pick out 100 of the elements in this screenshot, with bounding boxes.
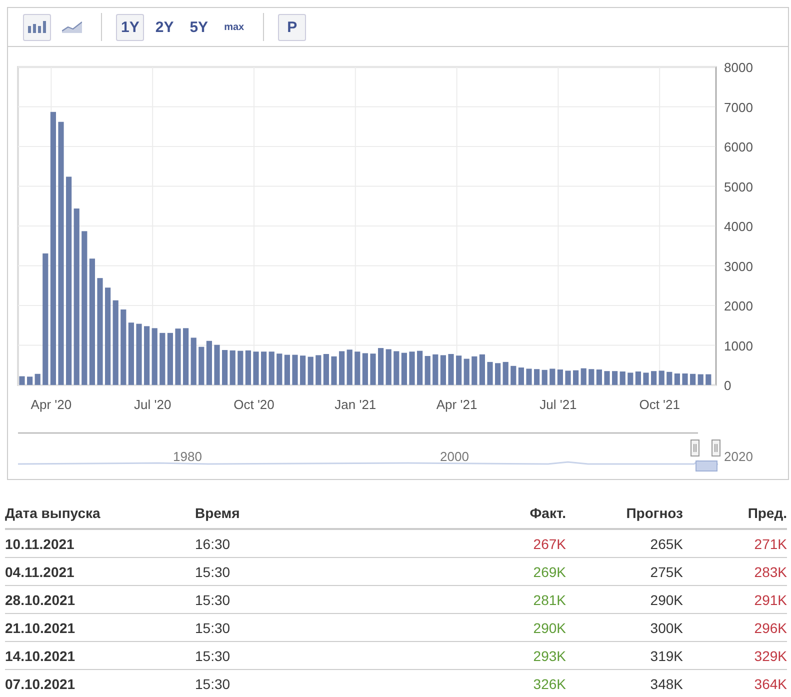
range-handle[interactable]	[712, 440, 720, 456]
table-cell-text: 15:30	[195, 648, 232, 664]
axis-label: Jul '20	[134, 397, 172, 412]
bar	[198, 346, 204, 385]
bar	[666, 372, 672, 385]
table-cell-text: 265K	[649, 536, 683, 552]
table-cell-text: 15:30	[195, 676, 232, 692]
table-cell-text: 267K	[532, 536, 566, 552]
bar	[628, 372, 634, 385]
range-handle[interactable]	[690, 440, 700, 456]
column-header: Дата выпуска	[5, 505, 102, 521]
axis-label: Jul '21	[540, 397, 577, 412]
bar	[448, 354, 454, 385]
table-cell-text: 329K	[753, 648, 787, 664]
axis-label: Apr '21	[436, 397, 478, 412]
table-cell-text: 275K	[649, 564, 683, 580]
bar	[424, 356, 430, 385]
bar	[19, 376, 25, 385]
bar	[472, 356, 478, 385]
bar	[698, 374, 704, 385]
table-cell-text: 291K	[753, 592, 787, 608]
range-button[interactable]: 1Y	[116, 14, 144, 40]
area-chart-icon	[62, 21, 82, 33]
p-button[interactable]: P	[278, 14, 306, 40]
table-cell-text: 04.11.2021	[5, 564, 76, 580]
bar	[495, 363, 501, 385]
table-cell-text: 271K	[753, 536, 787, 552]
bar	[386, 349, 392, 385]
bar	[706, 374, 712, 385]
table-cell-text: 319K	[649, 648, 683, 664]
bar	[620, 371, 626, 385]
bar	[230, 350, 236, 385]
bar	[222, 350, 228, 385]
bar	[292, 354, 298, 385]
navigator-label: 2020	[724, 449, 753, 464]
bar	[487, 362, 493, 385]
navigator-label: 1980	[173, 449, 202, 464]
table-cell-text: 348K	[649, 676, 683, 692]
column-header: Прогноз	[625, 505, 683, 521]
bar	[34, 374, 40, 385]
bar	[346, 350, 352, 385]
table-cell-text: 364K	[753, 676, 787, 692]
table-cell-text: 10.11.2021	[5, 536, 76, 552]
bar	[354, 352, 360, 385]
range-selection	[696, 460, 718, 472]
bar	[526, 368, 532, 385]
table-cell-text: 15:30	[195, 564, 232, 580]
axis-label: 6000	[724, 140, 753, 154]
bar	[658, 370, 664, 385]
bar	[502, 362, 508, 385]
bar	[190, 338, 196, 385]
table-cell-text: 283K	[753, 564, 787, 580]
bar	[651, 371, 657, 385]
bar	[339, 351, 345, 385]
axis-label: Apr '20	[30, 397, 72, 412]
table-cell-text: 293K	[532, 648, 566, 664]
range-button[interactable]: max	[219, 14, 250, 40]
axis-label: 5000	[724, 179, 753, 194]
bar	[300, 356, 306, 385]
table-cell-text: 326K	[532, 676, 566, 692]
column-header: Факт.	[528, 505, 566, 521]
bar	[409, 352, 415, 385]
axis-label: 0	[724, 378, 732, 393]
bar	[612, 371, 618, 385]
table-cell-text: 15:30	[195, 592, 232, 608]
bar	[152, 328, 158, 385]
bar	[464, 358, 470, 385]
table-cell-text: 300K	[649, 620, 683, 636]
axis-label: Oct '20	[234, 397, 274, 412]
bar	[214, 344, 220, 385]
chart-type-button[interactable]	[23, 14, 51, 40]
bar	[550, 368, 556, 385]
table-cell-text: 290K	[649, 592, 683, 608]
bar	[456, 356, 462, 385]
column-header: Пред.	[746, 505, 787, 521]
bar	[690, 374, 696, 385]
navigator-label: 2000	[440, 449, 469, 464]
column-header: Время	[195, 505, 241, 521]
axis-label: 3000	[724, 258, 753, 274]
bar	[580, 368, 586, 385]
bar	[316, 355, 322, 385]
bar	[682, 373, 688, 385]
bar	[378, 348, 384, 385]
table-cell-text: 21.10.2021	[5, 620, 76, 636]
bar	[276, 354, 282, 385]
bar	[510, 366, 516, 385]
range-button[interactable]: 2Y	[150, 14, 179, 40]
bar	[573, 370, 579, 385]
axis-label: Jan '21	[334, 397, 376, 412]
bar	[643, 372, 649, 385]
bar	[308, 356, 314, 385]
bar	[417, 350, 423, 385]
bar-chart-icon	[28, 21, 46, 33]
table-cell-text: 07.10.2021	[5, 676, 76, 692]
range-button[interactable]: 5Y	[184, 14, 214, 40]
table-cell-text: 14.10.2021	[5, 648, 76, 664]
table-cell-text: 16:30	[195, 536, 232, 552]
bar	[183, 328, 189, 385]
bar	[674, 373, 680, 385]
bar	[144, 326, 150, 385]
